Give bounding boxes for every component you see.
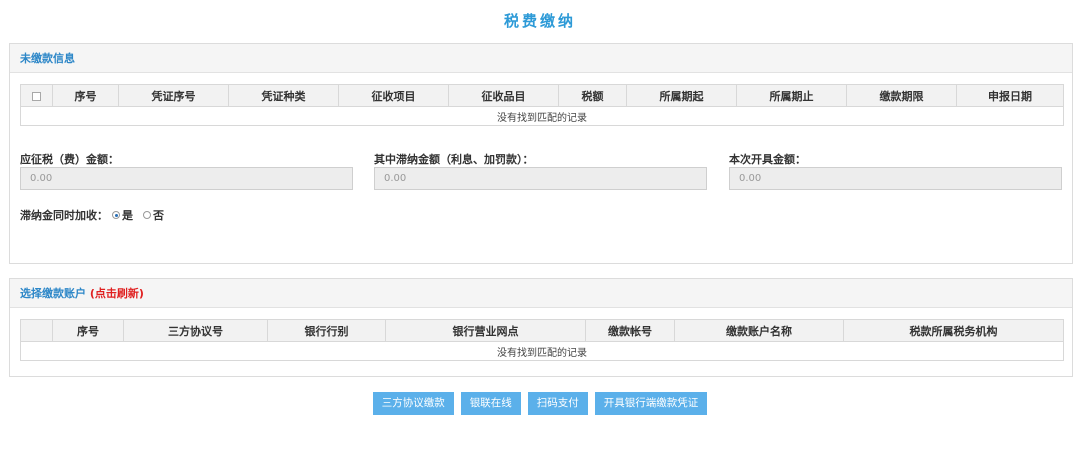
column-header[interactable]: 缴款帐号 bbox=[585, 319, 675, 342]
account-table-header-row: 序号 三方协议号 银行行别 银行营业网点 缴款帐号 缴款账户名称 税款所属税务机… bbox=[20, 319, 1064, 342]
select-all-checkbox[interactable] bbox=[32, 91, 41, 101]
column-header[interactable]: 税额 bbox=[558, 84, 627, 107]
column-header[interactable]: 申报日期 bbox=[956, 84, 1064, 107]
late-fee-amount-label: 其中滞纳金额（利息、加罚款）： bbox=[374, 153, 534, 166]
unpaid-table-header-row: 序号 凭证序号 凭证种类 征收项目 征收品目 税额 所属期起 所属期止 缴款期限… bbox=[20, 84, 1064, 107]
tripartite-payment-button[interactable]: 三方协议缴款 bbox=[372, 392, 454, 415]
bank-voucher-button[interactable]: 开具银行端缴款凭证 bbox=[594, 392, 708, 415]
column-header[interactable]: 税款所属税务机构 bbox=[843, 319, 1064, 342]
table-row: 没有找到匹配的记录 bbox=[20, 341, 1064, 361]
table-row: 没有找到匹配的记录 bbox=[20, 106, 1064, 126]
issue-amount-label: 本次开具金额： bbox=[729, 153, 806, 166]
account-table: 序号 三方协议号 银行行别 银行营业网点 缴款帐号 缴款账户名称 税款所属税务机… bbox=[20, 319, 1064, 361]
late-fee-no-radio[interactable] bbox=[143, 211, 151, 219]
payment-account-header: 选择缴款账户 (点击刷新) bbox=[10, 279, 1072, 308]
page-title: 税费缴纳 bbox=[503, 12, 576, 30]
column-header[interactable]: 缴款账户名称 bbox=[674, 319, 844, 342]
payment-account-panel: 选择缴款账户 (点击刷新) 序号 三方协议号 银行行别 银行营业网点 缴款帐号 … bbox=[9, 278, 1073, 377]
action-bar: 三方协议缴款 银联在线 扫码支付 开具银行端缴款凭证 bbox=[0, 392, 1080, 415]
late-fee-yes-radio[interactable] bbox=[112, 211, 120, 219]
due-amount-input[interactable]: 0.00 bbox=[20, 167, 353, 190]
column-header[interactable]: 凭证序号 bbox=[118, 84, 229, 107]
column-header[interactable]: 银行营业网点 bbox=[385, 319, 586, 342]
column-header[interactable]: 所属期起 bbox=[626, 84, 737, 107]
column-header[interactable]: 序号 bbox=[52, 84, 119, 107]
empty-message: 没有找到匹配的记录 bbox=[20, 341, 1064, 361]
scan-pay-button[interactable]: 扫码支付 bbox=[527, 392, 588, 415]
unpaid-info-panel: 未缴款信息 序号 凭证序号 凭证种类 征收项目 征收品目 税额 所属期起 所属期… bbox=[9, 43, 1073, 264]
late-fee-amount-input[interactable]: 0.00 bbox=[374, 167, 707, 190]
select-all-cell[interactable] bbox=[20, 84, 53, 107]
column-header[interactable]: 凭证种类 bbox=[228, 84, 339, 107]
due-amount-label: 应征税（费）金额： bbox=[20, 153, 119, 166]
issue-amount-input[interactable]: 0.00 bbox=[729, 167, 1062, 190]
unpaid-info-header: 未缴款信息 bbox=[10, 44, 1072, 73]
refresh-link[interactable]: (点击刷新) bbox=[90, 287, 144, 300]
column-header[interactable]: 缴款期限 bbox=[846, 84, 957, 107]
column-header[interactable]: 所属期止 bbox=[736, 84, 847, 107]
empty-message: 没有找到匹配的记录 bbox=[20, 106, 1064, 126]
late-fee-yes-label[interactable]: 是 bbox=[122, 207, 133, 223]
late-fee-label: 滞纳金同时加收： bbox=[20, 209, 108, 222]
select-cell bbox=[20, 319, 53, 342]
late-fee-radio-group: 滞纳金同时加收： 是 否 bbox=[20, 207, 170, 223]
column-header[interactable]: 征收项目 bbox=[338, 84, 449, 107]
late-fee-no-label[interactable]: 否 bbox=[153, 207, 164, 223]
unpaid-table: 序号 凭证序号 凭证种类 征收项目 征收品目 税额 所属期起 所属期止 缴款期限… bbox=[20, 84, 1064, 126]
column-header[interactable]: 征收品目 bbox=[448, 84, 559, 107]
column-header[interactable]: 序号 bbox=[52, 319, 124, 342]
payment-account-title: 选择缴款账户 bbox=[20, 287, 86, 300]
column-header[interactable]: 银行行别 bbox=[267, 319, 386, 342]
unionpay-online-button[interactable]: 银联在线 bbox=[460, 392, 521, 415]
column-header[interactable]: 三方协议号 bbox=[123, 319, 268, 342]
